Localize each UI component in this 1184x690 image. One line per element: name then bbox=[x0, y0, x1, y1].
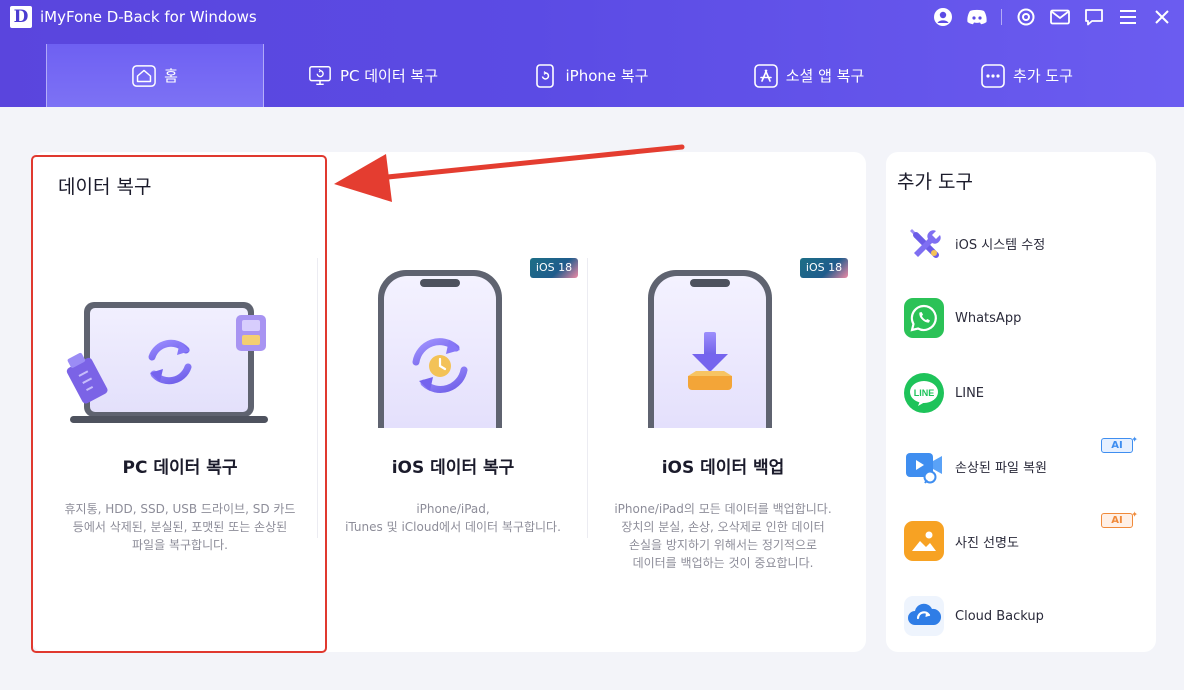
ai-badge-label: AI bbox=[1111, 515, 1123, 526]
tool-label: WhatsApp bbox=[955, 310, 1022, 326]
tool-label: LINE bbox=[955, 385, 985, 401]
photo-enhance-icon bbox=[904, 521, 944, 561]
mail-icon[interactable] bbox=[1048, 5, 1072, 29]
iphone-recovery-icon bbox=[378, 270, 502, 428]
tab-pc-recovery[interactable]: PC 데이터 복구 bbox=[264, 44, 482, 107]
feature-description: 휴지통, HDD, SSD, USB 드라이브, SD 카드 등에서 삭제된, … bbox=[64, 502, 296, 552]
home-icon bbox=[132, 64, 156, 88]
feature-title: iOS 데이터 백업 bbox=[661, 458, 785, 478]
tab-social-app-recovery[interactable]: 소셜 앱 복구 bbox=[700, 44, 918, 107]
app-header: D iMyFone D-Back for Windows 홈 PC 데이터 복구… bbox=[0, 0, 1184, 107]
settings-icon[interactable] bbox=[1014, 5, 1038, 29]
tab-home[interactable]: 홈 bbox=[46, 44, 264, 107]
titlebar-separator bbox=[1001, 9, 1002, 25]
title-bar: D iMyFone D-Back for Windows bbox=[0, 0, 1184, 34]
tab-label: 소셜 앱 복구 bbox=[785, 67, 865, 85]
tab-label: PC 데이터 복구 bbox=[339, 67, 439, 85]
tab-label: 추가 도구 bbox=[1013, 67, 1073, 85]
feature-ios-backup[interactable]: iOS 18 iOS 데이터 백업 iPhone/iPad의 모든 데이터를 백… bbox=[588, 160, 858, 650]
tool-line[interactable]: LINE LINE bbox=[904, 373, 1148, 413]
pc-recovery-icon bbox=[308, 64, 332, 88]
cloud-backup-icon bbox=[904, 596, 944, 636]
feature-description: iPhone/iPad, iTunes 및 iCloud에서 데이터 복구합니다… bbox=[345, 502, 561, 534]
feature-pc-recovery[interactable]: PC 데이터 복구 휴지통, HDD, SSD, USB 드라이브, SD 카드… bbox=[40, 160, 320, 650]
tool-whatsapp[interactable]: WhatsApp bbox=[904, 298, 1148, 338]
annotation-arrow-icon bbox=[334, 144, 685, 202]
iphone-backup-icon bbox=[648, 270, 772, 428]
ai-badge: AI ✦ bbox=[1101, 510, 1138, 528]
tab-extra-tools[interactable]: 추가 도구 bbox=[918, 44, 1136, 107]
app-logo: D bbox=[10, 6, 32, 28]
tab-iphone-recovery[interactable]: iPhone 복구 bbox=[482, 44, 700, 107]
feature-title: iOS 데이터 복구 bbox=[391, 458, 515, 478]
line-icon: LINE bbox=[904, 373, 944, 413]
feature-title: PC 데이터 복구 bbox=[122, 458, 238, 478]
tab-label: iPhone 복구 bbox=[565, 67, 649, 85]
tab-label: 홈 bbox=[164, 67, 178, 85]
main-tabs: 홈 PC 데이터 복구 iPhone 복구 소셜 앱 복구 추가 도구 bbox=[46, 44, 1138, 107]
repair-tools-icon bbox=[904, 223, 944, 263]
menu-icon[interactable] bbox=[1116, 5, 1140, 29]
whatsapp-icon bbox=[904, 298, 944, 338]
sparkle-icon: ✦ bbox=[1131, 435, 1138, 444]
side-title: 추가 도구 bbox=[897, 171, 973, 193]
sparkle-icon: ✦ bbox=[1131, 510, 1138, 519]
user-icon[interactable] bbox=[931, 5, 955, 29]
tool-cloud-backup[interactable]: Cloud Backup bbox=[904, 596, 1148, 636]
tool-label: 손상된 파일 복원 bbox=[955, 460, 1047, 476]
ai-badge-label: AI bbox=[1111, 440, 1123, 451]
close-icon[interactable] bbox=[1150, 5, 1174, 29]
app-title: iMyFone D-Back for Windows bbox=[40, 8, 257, 26]
chat-icon[interactable] bbox=[1082, 5, 1106, 29]
laptop-recovery-icon bbox=[66, 302, 268, 423]
ios18-badge: iOS 18 bbox=[530, 258, 578, 278]
tool-ios-system-repair[interactable]: iOS 시스템 수정 bbox=[904, 223, 1148, 263]
ios18-badge: iOS 18 bbox=[800, 258, 848, 278]
svg-text:LINE: LINE bbox=[914, 388, 935, 398]
video-repair-icon bbox=[904, 446, 944, 486]
tool-label: iOS 시스템 수정 bbox=[955, 237, 1046, 253]
app-store-icon bbox=[753, 63, 778, 88]
tool-label: Cloud Backup bbox=[955, 608, 1044, 624]
titlebar-controls bbox=[921, 5, 1174, 29]
feature-description: iPhone/iPad의 모든 데이터를 백업합니다. 장치의 분실, 손상, … bbox=[614, 502, 832, 570]
ai-badge: AI ✦ bbox=[1101, 435, 1138, 453]
feature-ios-recovery[interactable]: iOS 18 iOS 데이터 복구 iPhone/iPad, iTunes 및 … bbox=[318, 160, 588, 650]
iphone-icon bbox=[533, 63, 557, 88]
more-icon bbox=[981, 63, 1005, 88]
tool-label: 사진 선명도 bbox=[955, 535, 1019, 551]
discord-icon[interactable] bbox=[965, 5, 989, 29]
